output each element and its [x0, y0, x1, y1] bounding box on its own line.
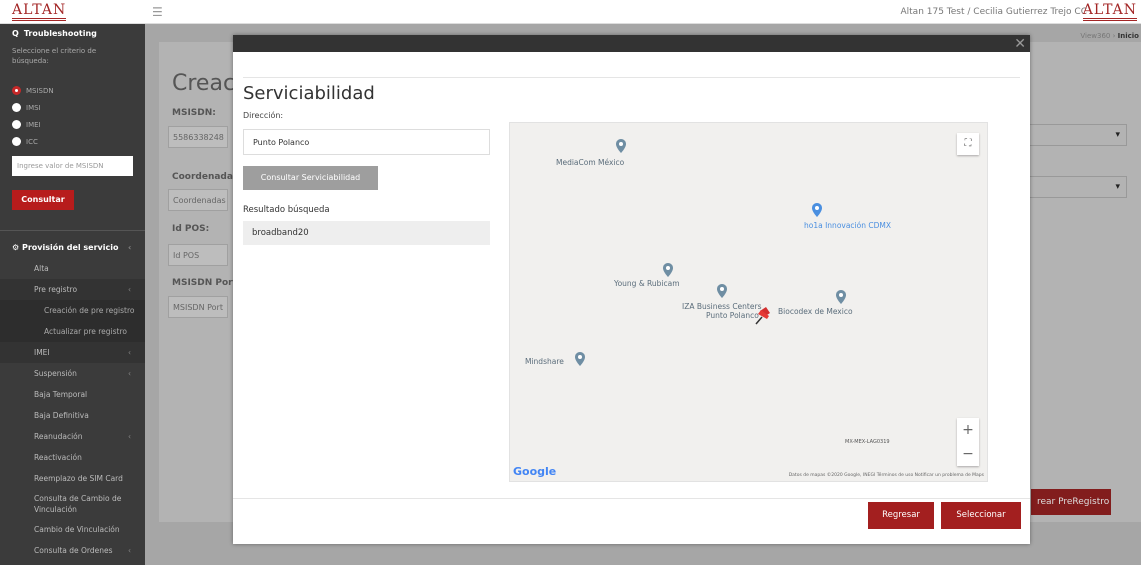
modal-header: ✕: [233, 35, 1030, 52]
nav-provision[interactable]: ⚙ Provisión del servicio ‹: [0, 237, 145, 258]
msisdn-field[interactable]: 5586338248: [168, 126, 228, 148]
place-label[interactable]: ho1a Innovación CDMX: [804, 221, 891, 230]
divider: [243, 77, 1020, 78]
radio-msisdn[interactable]: MSISDN: [0, 82, 145, 99]
hamburger-icon[interactable]: ☰: [152, 5, 163, 19]
map-pin-icon[interactable]: [616, 139, 626, 153]
chevron-icon: ‹: [128, 546, 131, 555]
chevron-icon: ‹: [128, 348, 131, 357]
place-label[interactable]: Biocodex de Mexico: [778, 307, 853, 316]
zoom-out-button[interactable]: −: [957, 442, 979, 466]
zoom-control: + −: [957, 418, 979, 466]
select-dropdown-2[interactable]: ▾: [1019, 176, 1127, 198]
breadcrumb: View360 › Inicio: [1080, 32, 1139, 40]
radio-icon: [12, 120, 21, 129]
top-bar: ALTAN ☰ Altan 175 Test / Cecilia Gutierr…: [0, 0, 1141, 24]
serviciabilidad-modal: ✕ Serviciabilidad Dirección: Punto Polan…: [233, 35, 1030, 544]
nav-cambio-vinculacion[interactable]: Cambio de Vinculación: [0, 519, 145, 540]
nav-reactivacion[interactable]: Reactivación: [0, 447, 145, 468]
nav-suspension[interactable]: Suspensión ‹: [0, 363, 145, 384]
divider: [233, 498, 1030, 499]
map[interactable]: ⛶ MediaCom México ho1a Innovación CDMX Y…: [509, 122, 988, 482]
chevron-icon: ‹: [128, 285, 131, 294]
nav-actualizar-pre-registro[interactable]: Actualizar pre registro: [0, 321, 145, 342]
resultado-value: broadband20: [243, 221, 490, 245]
nav-consulta-cambio-vinculacion[interactable]: Consulta de Cambio de Vinculación: [0, 489, 145, 519]
map-pin-icon[interactable]: [575, 352, 585, 366]
map-pin-icon[interactable]: [836, 290, 846, 304]
caret-down-icon: ▾: [1115, 182, 1120, 192]
search-icon: Q: [12, 29, 19, 38]
coordenadas-field[interactable]: Coordenadas: [168, 189, 228, 211]
place-label[interactable]: MediaCom México: [556, 158, 624, 167]
chevron-icon: ‹: [128, 432, 131, 441]
coordenadas-label: Coordenadas:: [172, 172, 242, 182]
direccion-input[interactable]: Punto Polanco: [243, 129, 490, 155]
caret-down-icon: ▾: [1115, 130, 1120, 140]
idpos-label: Id POS:: [172, 224, 210, 234]
nav-creacion-pre-registro[interactable]: Creación de pre registro: [0, 300, 145, 321]
map-pin-icon[interactable]: [663, 263, 673, 277]
chevron-icon: ‹: [128, 243, 132, 252]
place-label[interactable]: Young & Rubicam: [614, 279, 680, 288]
google-logo: Google: [513, 465, 557, 478]
nav-imei[interactable]: IMEI ‹: [0, 342, 145, 363]
nav-baja-definitiva[interactable]: Baja Definitiva: [0, 405, 145, 426]
nav-consulta-ordenes[interactable]: Consulta de Ordenes ‹: [0, 540, 145, 561]
close-icon[interactable]: ✕: [1014, 35, 1026, 53]
radio-icon: [12, 103, 21, 112]
place-label[interactable]: Punto Polanco: [706, 311, 759, 320]
map-pin-icon[interactable]: [812, 203, 822, 217]
troubleshooting-header[interactable]: Q Troubleshooting: [0, 24, 145, 44]
seleccionar-button[interactable]: Seleccionar: [941, 502, 1021, 529]
msisdn-label: MSISDN:: [172, 108, 216, 118]
radio-imei[interactable]: IMEI: [0, 116, 145, 133]
radio-icon: [12, 137, 21, 146]
msisdn-portec-field[interactable]: MSISDN Port: [168, 296, 228, 318]
divider: [0, 230, 145, 231]
nav-alta[interactable]: Alta: [0, 258, 145, 279]
msisdn-search-input[interactable]: Ingrese valor de MSISDN: [12, 156, 133, 176]
altan-logo-right: ALTAN: [1082, 2, 1137, 21]
chevron-icon: ‹: [128, 369, 131, 378]
radio-icc[interactable]: ICC: [0, 133, 145, 150]
nav-pre-registro[interactable]: Pre registro ‹: [0, 279, 145, 300]
radio-imsi[interactable]: IMSI: [0, 99, 145, 116]
nav-reemplazo-sim[interactable]: Reemplazo de SIM Card: [0, 468, 145, 489]
map-attribution[interactable]: Datos de mapas ©2020 Google, INEGI Térmi…: [789, 473, 984, 478]
sidebar: Q Troubleshooting Seleccione el criterio …: [0, 24, 145, 565]
radio-selected-icon: [12, 86, 21, 95]
map-location-code: MX-MEX-LAG0319: [845, 439, 890, 445]
modal-title: Serviciabilidad: [243, 83, 375, 104]
select-dropdown-1[interactable]: ▾: [1019, 124, 1127, 146]
gears-icon: ⚙: [12, 243, 22, 252]
nav-reanudacion[interactable]: Reanudación ‹: [0, 426, 145, 447]
consultar-button[interactable]: Consultar: [12, 190, 74, 210]
direccion-label: Dirección:: [243, 111, 284, 120]
zoom-in-button[interactable]: +: [957, 418, 979, 442]
regresar-button[interactable]: Regresar: [868, 502, 934, 529]
altan-logo[interactable]: ALTAN: [12, 2, 67, 21]
map-pin-icon[interactable]: [717, 284, 727, 298]
idpos-field[interactable]: Id POS: [168, 244, 228, 266]
resultado-label: Resultado búsqueda: [243, 205, 330, 215]
place-label[interactable]: Mindshare: [525, 357, 564, 366]
consultar-serviciabilidad-button[interactable]: Consultar Serviciabilidad: [243, 166, 378, 190]
user-info: Altan 175 Test / Cecilia Gutierrez Trejo…: [900, 7, 1088, 17]
nav-baja-temporal[interactable]: Baja Temporal: [0, 384, 145, 405]
crear-preregistro-button[interactable]: rear PreRegistro: [1031, 489, 1111, 515]
fullscreen-icon[interactable]: ⛶: [957, 133, 979, 155]
search-criteria-help: Seleccione el criterio de búsqueda:: [12, 47, 97, 65]
red-pushpin-icon[interactable]: [754, 305, 772, 325]
place-label[interactable]: IZA Business Centers: [682, 302, 761, 311]
